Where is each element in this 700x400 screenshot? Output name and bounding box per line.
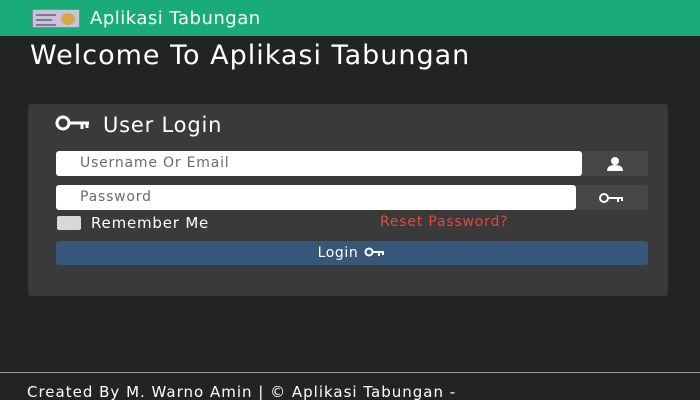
- user-icon: [582, 151, 648, 176]
- footer-divider: [0, 372, 700, 373]
- key-icon: [576, 185, 648, 210]
- key-icon: [364, 245, 386, 261]
- top-app-bar: Aplikasi Tabungan: [0, 0, 700, 36]
- footer-credit: Created By M. Warno Amin | © Aplikasi Ta…: [27, 383, 457, 400]
- remember-me[interactable]: Remember Me: [57, 214, 209, 232]
- password-input[interactable]: [56, 185, 576, 210]
- reset-password-link[interactable]: Reset Password?: [380, 214, 508, 230]
- key-icon: [55, 114, 93, 136]
- remember-me-label: Remember Me: [91, 214, 210, 232]
- welcome-heading: Welcome To Aplikasi Tabungan: [30, 40, 471, 71]
- app-title: Aplikasi Tabungan: [90, 7, 261, 29]
- login-button[interactable]: Login: [56, 241, 648, 265]
- panel-heading: User Login: [55, 110, 222, 140]
- remember-me-checkbox[interactable]: [57, 216, 81, 230]
- login-button-label: Login: [317, 245, 359, 261]
- username-input[interactable]: [56, 151, 582, 176]
- app-logo-icon: [32, 8, 80, 28]
- panel-title: User Login: [103, 113, 223, 137]
